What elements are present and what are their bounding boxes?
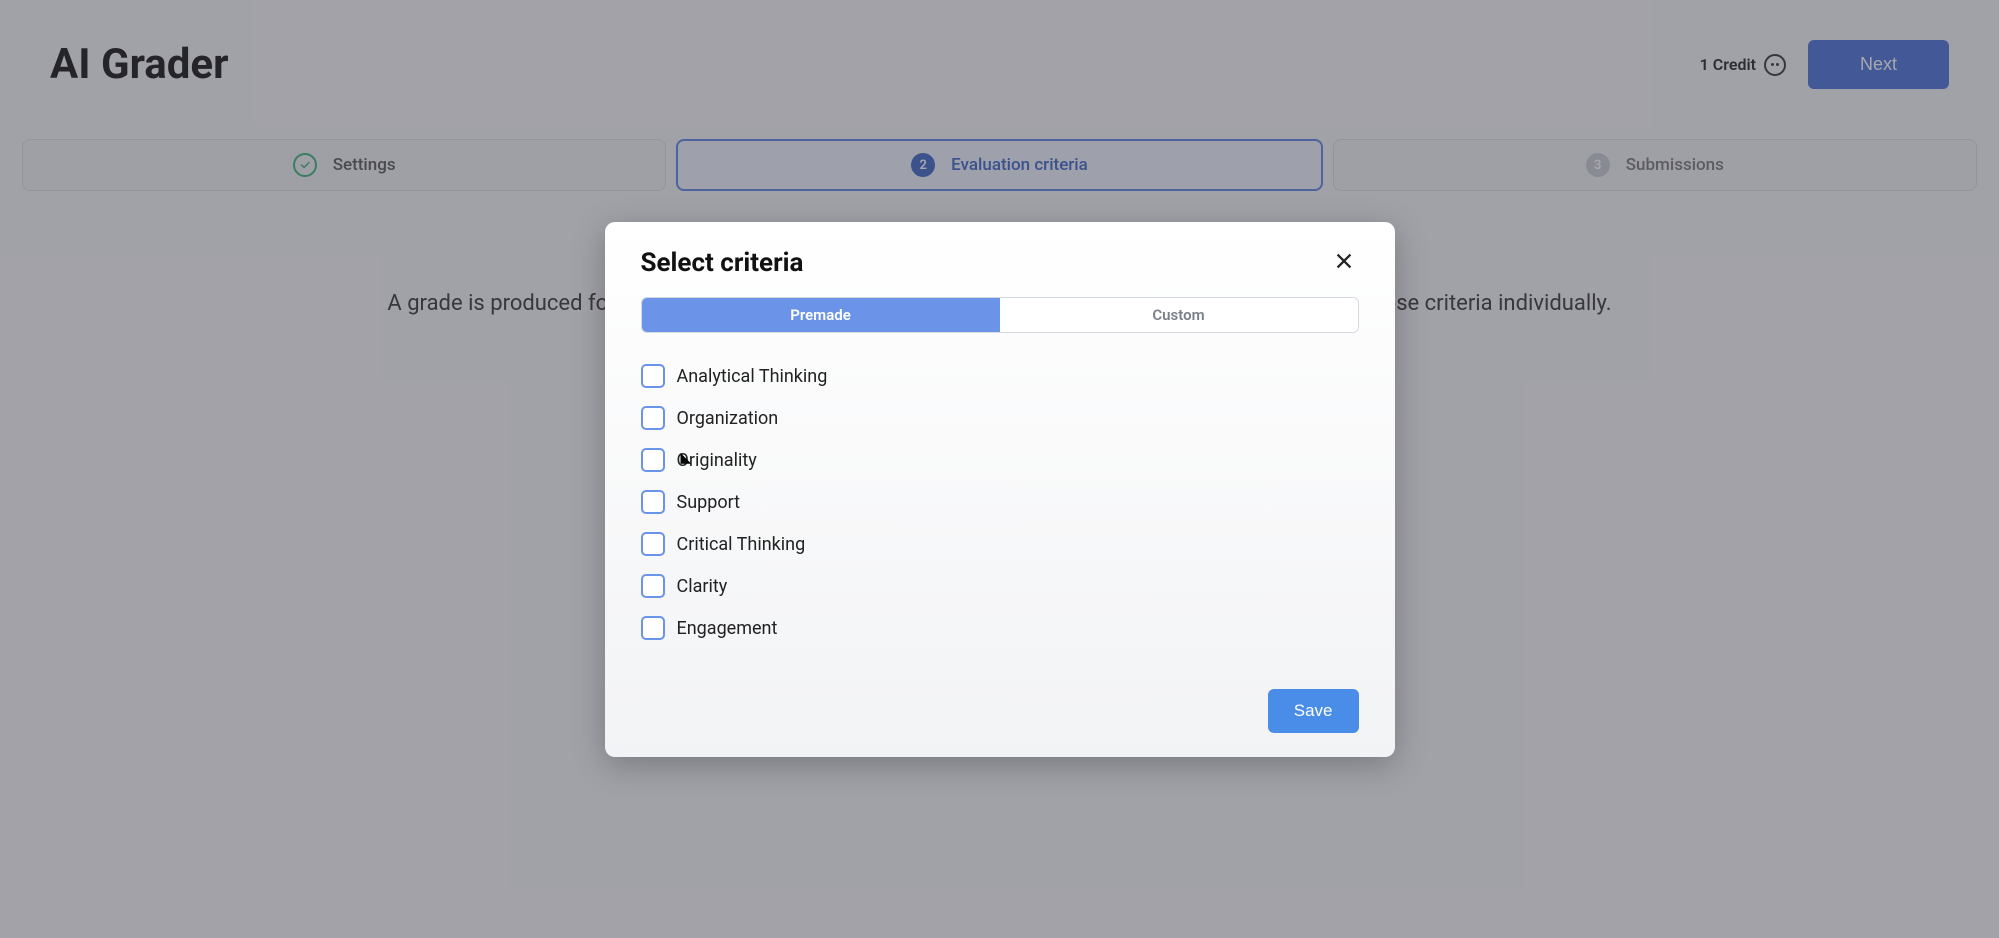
checkbox[interactable] — [641, 364, 665, 388]
modal-footer: Save — [641, 689, 1359, 733]
checkbox[interactable] — [641, 616, 665, 640]
checkbox[interactable] — [641, 532, 665, 556]
criteria-label: Clarity — [677, 576, 728, 597]
tab-premade[interactable]: Premade — [642, 298, 1000, 332]
criteria-item-organization[interactable]: Organization — [641, 397, 1359, 439]
criteria-label: Engagement — [677, 618, 778, 639]
modal-header: Select criteria — [641, 246, 1359, 279]
checkbox[interactable] — [641, 574, 665, 598]
criteria-item-originality[interactable]: Originality — [641, 439, 1359, 481]
criteria-label: Critical Thinking — [677, 534, 806, 555]
save-button[interactable]: Save — [1268, 689, 1359, 733]
close-button[interactable] — [1329, 246, 1359, 279]
criteria-item-critical-thinking[interactable]: Critical Thinking — [641, 523, 1359, 565]
checkbox[interactable] — [641, 406, 665, 430]
cursor-icon: ◣ — [681, 450, 692, 466]
criteria-item-support[interactable]: Support — [641, 481, 1359, 523]
select-criteria-modal: Select criteria Premade Custom Analytica… — [605, 222, 1395, 757]
checkbox[interactable] — [641, 448, 665, 472]
checkbox[interactable] — [641, 490, 665, 514]
criteria-item-analytical-thinking[interactable]: Analytical Thinking — [641, 355, 1359, 397]
criteria-label: Organization — [677, 408, 779, 429]
criteria-list: Analytical Thinking ◣ Organization Origi… — [641, 355, 1359, 649]
close-icon — [1333, 260, 1355, 275]
criteria-item-clarity[interactable]: Clarity — [641, 565, 1359, 607]
modal-overlay[interactable]: Select criteria Premade Custom Analytica… — [0, 0, 1999, 938]
criteria-item-engagement[interactable]: Engagement — [641, 607, 1359, 649]
modal-title: Select criteria — [641, 248, 804, 278]
criteria-label: Support — [677, 492, 741, 513]
criteria-label: Analytical Thinking — [677, 366, 828, 387]
tab-custom[interactable]: Custom — [1000, 298, 1358, 332]
modal-tabs: Premade Custom — [641, 297, 1359, 333]
